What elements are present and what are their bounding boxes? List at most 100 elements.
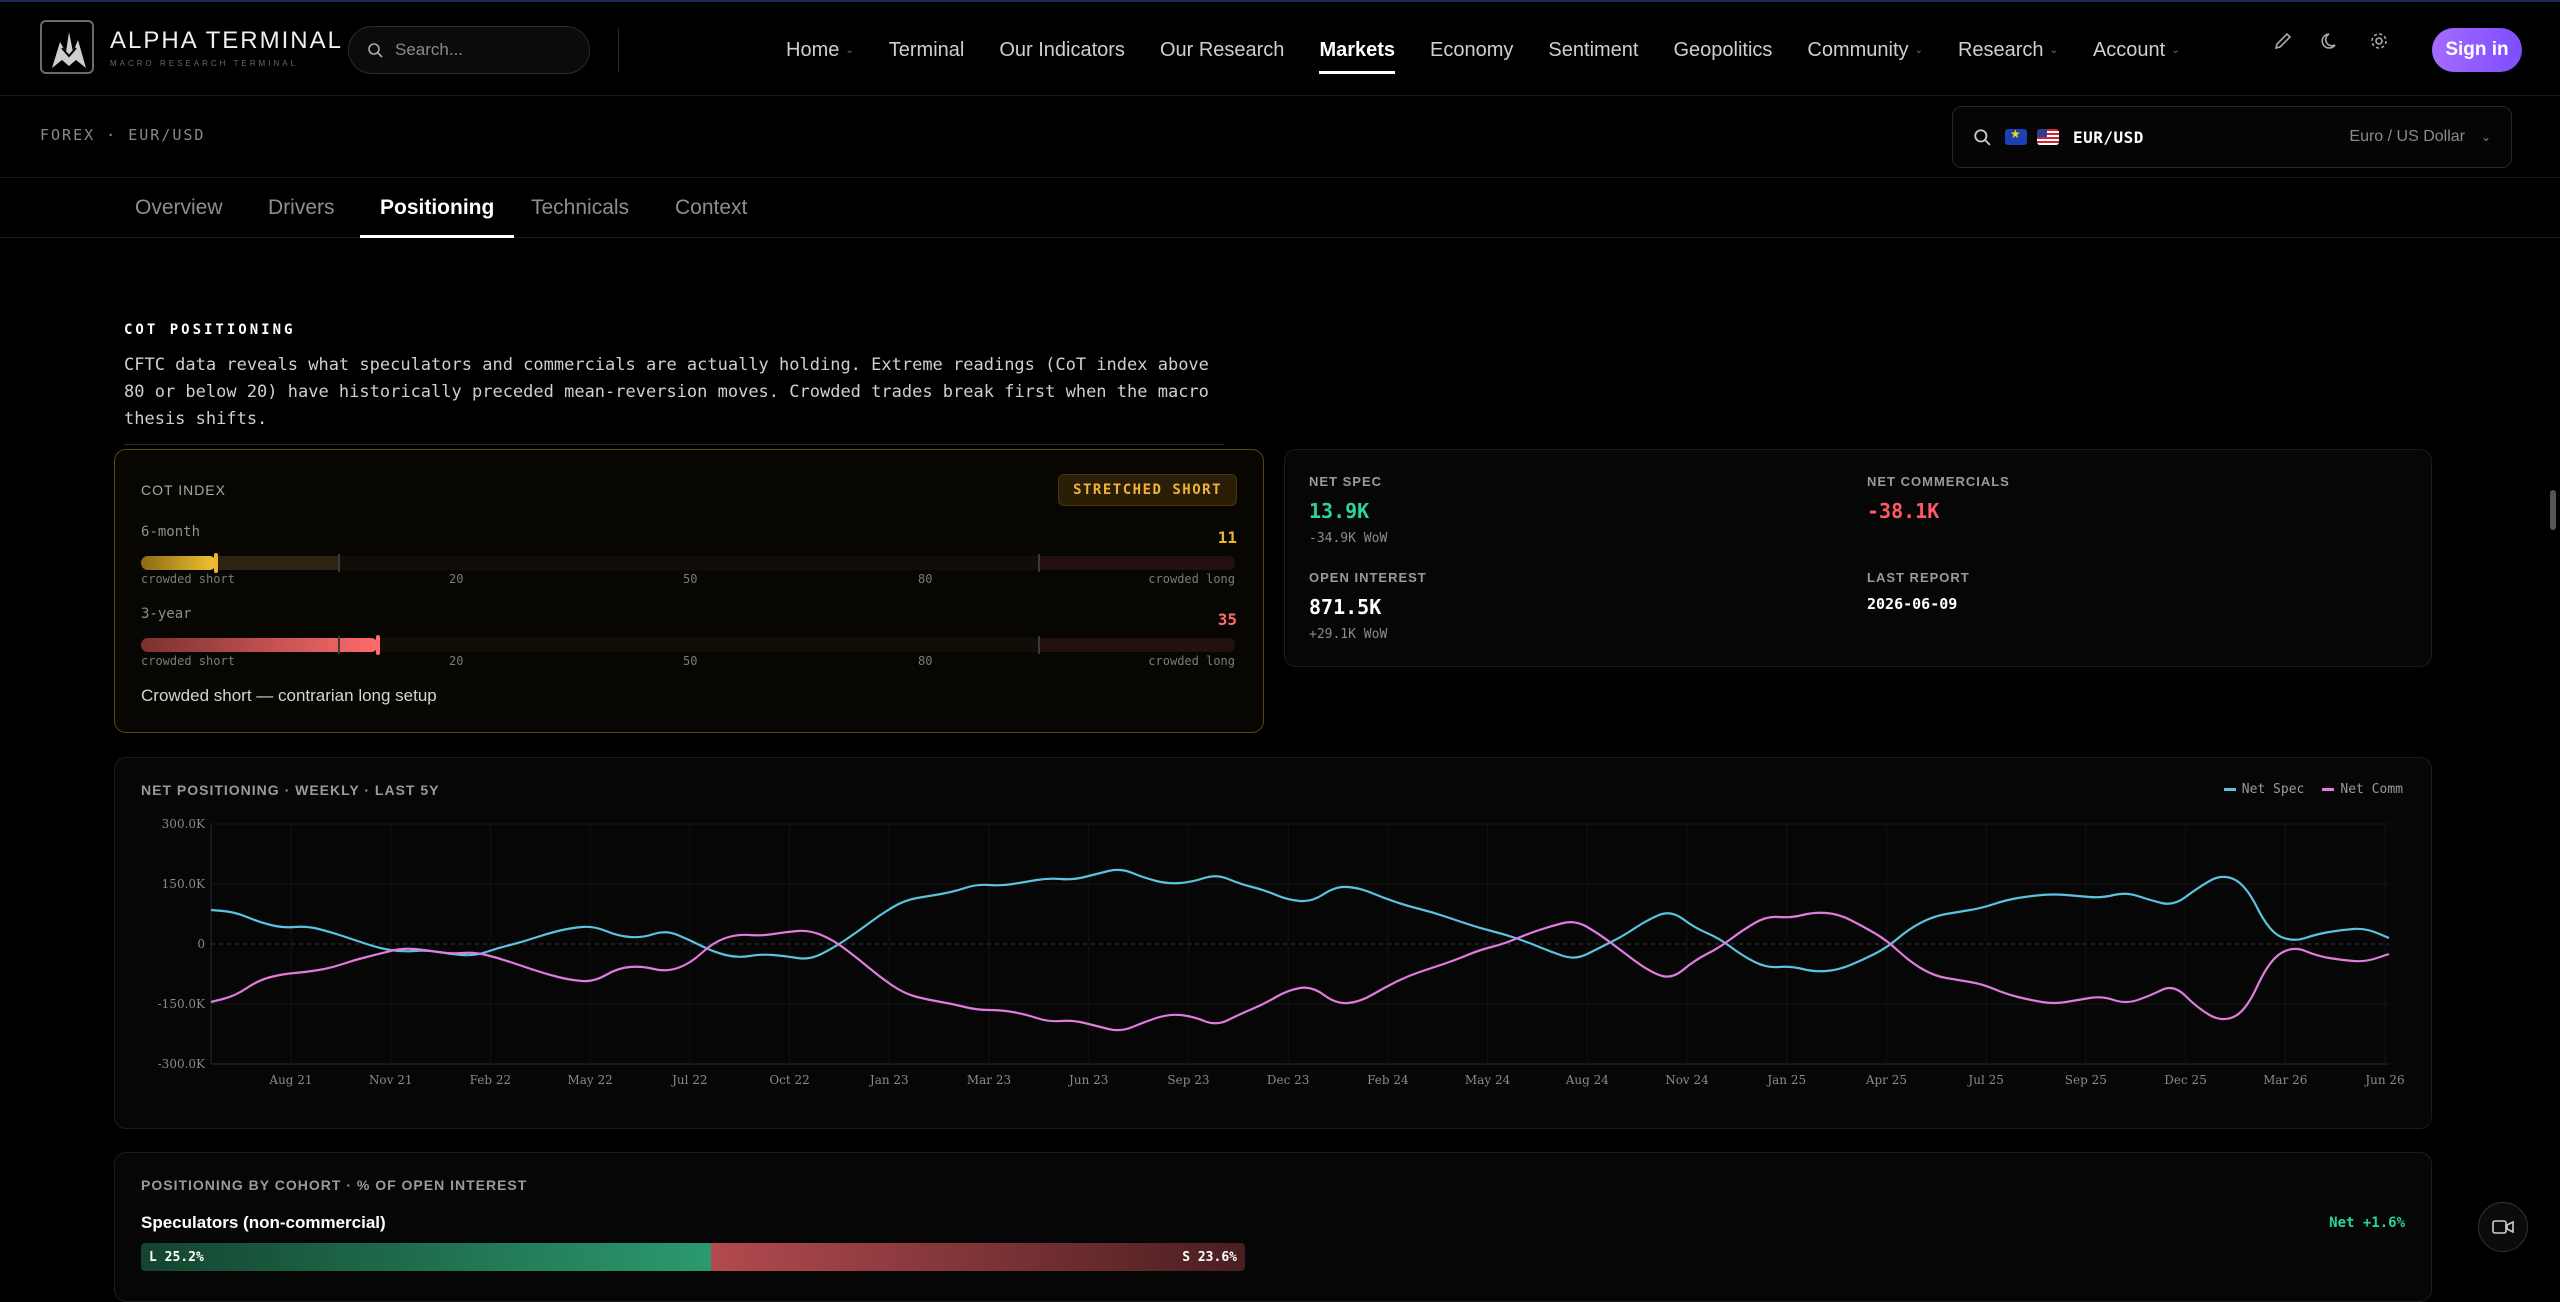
main-nav: Home ⌄ Terminal Our Indicators Our Resear… [786,2,2215,98]
cohort-bar: L 25.2% S 23.6% [141,1243,1245,1271]
pair-selector[interactable]: EUR/USD Euro / US Dollar ⌄ [1952,106,2512,168]
gear-icon[interactable] [2368,30,2390,52]
scale-tick-80: 80 [918,654,933,668]
y-tick-label: 300.0K [162,817,206,831]
stat-change: +29.1K WoW [1309,627,1388,642]
pencil-icon[interactable] [2272,30,2294,52]
nav-our-indicators[interactable]: Our Indicators [999,2,1125,98]
nav-research[interactable]: Research ⌄ [1958,2,2058,98]
pair-name: Euro / US Dollar [2349,128,2465,145]
cohort-name: Speculators (non-commercial) [141,1213,386,1232]
chevron-down-icon: ⌄ [2049,44,2058,56]
search-box[interactable] [348,26,590,74]
us-flag-icon [2037,129,2059,145]
nav-account[interactable]: Account ⌄ [2093,2,2180,98]
x-tick-label: Dec 23 [1267,1073,1310,1087]
video-call-button[interactable] [2478,1202,2528,1252]
stat-open-interest: OPEN INTEREST 871.5K +29.1K WoW [1309,570,1427,642]
y-tick-label: -150.0K [158,997,206,1011]
tab-drivers[interactable]: Drivers [268,178,335,238]
cot-gauge-3y [141,635,1235,655]
sign-in-button[interactable]: Sign in [2432,28,2522,72]
brand-title: ALPHA TERMINAL [110,26,343,54]
x-tick-label: Nov 21 [369,1073,413,1087]
cot-gauge-6m [141,553,1235,573]
gauge-tick-20 [337,636,340,654]
stat-label: NET SPEC [1309,474,1383,489]
moon-icon[interactable] [2320,30,2342,52]
stat-value: -38.1K [1867,499,1940,523]
scrollbar-thumb[interactable] [2550,490,2556,530]
nav-terminal[interactable]: Terminal [889,2,965,98]
stat-change: -34.9K WoW [1309,531,1388,546]
legend-net-comm[interactable]: Net Comm [2322,782,2403,797]
gauge-tick-80 [1038,636,1041,654]
cot-row-label-3y: 3-year [141,606,192,622]
tab-bar: Overview Drivers Positioning Technicals … [0,178,2560,238]
x-tick-label: Mar 26 [2263,1073,2307,1087]
tab-overview[interactable]: Overview [135,178,223,238]
chart-legend: Net Spec Net Comm [2223,782,2403,797]
tab-positioning[interactable]: Positioning [359,178,515,238]
cot-gauge-fill-3y [141,638,379,652]
search-icon [1974,129,1991,146]
x-tick-label: Aug 21 [268,1073,312,1087]
x-tick-label: Feb 24 [1367,1073,1409,1087]
header-actions [2272,30,2390,52]
nav-community[interactable]: Community ⌄ [1807,2,1923,98]
chevron-down-icon: ⌄ [2171,44,2180,56]
scale-left-label: crowded short [141,654,235,668]
cot-row-value-6m: 11 [1217,528,1237,547]
y-tick-label: -300.0K [158,1057,206,1071]
cohort-long-segment: L 25.2% [141,1243,712,1271]
cot-row-value-3y: 35 [1217,610,1237,629]
x-tick-label: Jan 25 [1765,1073,1806,1087]
x-tick-label: Jul 25 [1966,1073,2003,1087]
net-positioning-chart-card: 300.0K 150.0K 0 -150.0K -300.0K Aug 21 Nov 21 F… [114,757,2432,1129]
cot-interpretation: Crowded short — contrarian long setup [141,686,437,705]
wolf-logo-icon [40,20,94,74]
x-tick-label: Dec 25 [2164,1073,2207,1087]
nav-our-research[interactable]: Our Research [1160,2,1285,98]
header-divider [618,28,619,72]
tab-technicals[interactable]: Technicals [531,178,629,238]
chevron-down-icon: ⌄ [1914,44,1923,56]
search-icon [368,43,383,58]
breadcrumb: FOREX · EUR/USD [40,126,206,144]
legend-net-spec[interactable]: Net Spec [2223,782,2304,797]
x-tick-label: Sep 23 [1167,1073,1209,1087]
chart-title: NET POSITIONING · WEEKLY · LAST 5Y [141,782,440,798]
search-input[interactable] [395,40,575,60]
x-tick-label: Mar 23 [967,1073,1011,1087]
x-tick-label: Oct 22 [769,1073,809,1087]
tab-context[interactable]: Context [675,178,747,238]
nav-markets[interactable]: Markets [1319,2,1395,98]
video-camera-icon [2492,1220,2514,1234]
net-positioning-chart: 300.0K 150.0K 0 -150.0K -300.0K Aug 21 Nov 21 F… [158,817,2405,1087]
x-tick-label: Jul 22 [670,1073,707,1087]
nav-home[interactable]: Home ⌄ [786,2,854,98]
cohort-positioning-card: POSITIONING BY COHORT · % OF OPEN INTERE… [114,1152,2432,1302]
nav-geopolitics[interactable]: Geopolitics [1673,2,1772,98]
cot-gauge-marker-6m [213,553,218,573]
pair-code: EUR/USD [2073,127,2144,147]
scale-tick-50: 50 [683,654,698,668]
breadcrumb-bar: FOREX · EUR/USD EUR/USD Euro / US Dollar… [0,96,2560,178]
gauge-tick-80 [1038,554,1041,572]
scale-right-label: crowded long [1148,572,1235,586]
x-tick-label: Aug 24 [1565,1073,1610,1087]
chevron-down-icon: ⌄ [2480,130,2491,144]
stat-net-commercials: NET COMMERCIALS -38.1K [1867,474,2010,523]
scale-tick-20: 20 [449,654,464,668]
cot-row-label-6m: 6-month [141,524,201,540]
nav-economy[interactable]: Economy [1430,2,1513,98]
brand-logo[interactable]: ALPHA TERMINAL MACRO RESEARCH TERMINAL [40,20,343,74]
nav-sentiment[interactable]: Sentiment [1548,2,1638,98]
cohort-title: POSITIONING BY COHORT · % OF OPEN INTERE… [141,1177,528,1193]
y-tick-label: 0 [197,937,205,951]
stat-value: 13.9K [1309,499,1370,523]
stat-net-spec: NET SPEC 13.9K -34.9K WoW [1309,474,1387,546]
x-tick-label: May 24 [1465,1073,1511,1087]
x-tick-label: Jun 23 [1067,1073,1108,1087]
stat-label: NET COMMERCIALS [1867,474,2010,489]
